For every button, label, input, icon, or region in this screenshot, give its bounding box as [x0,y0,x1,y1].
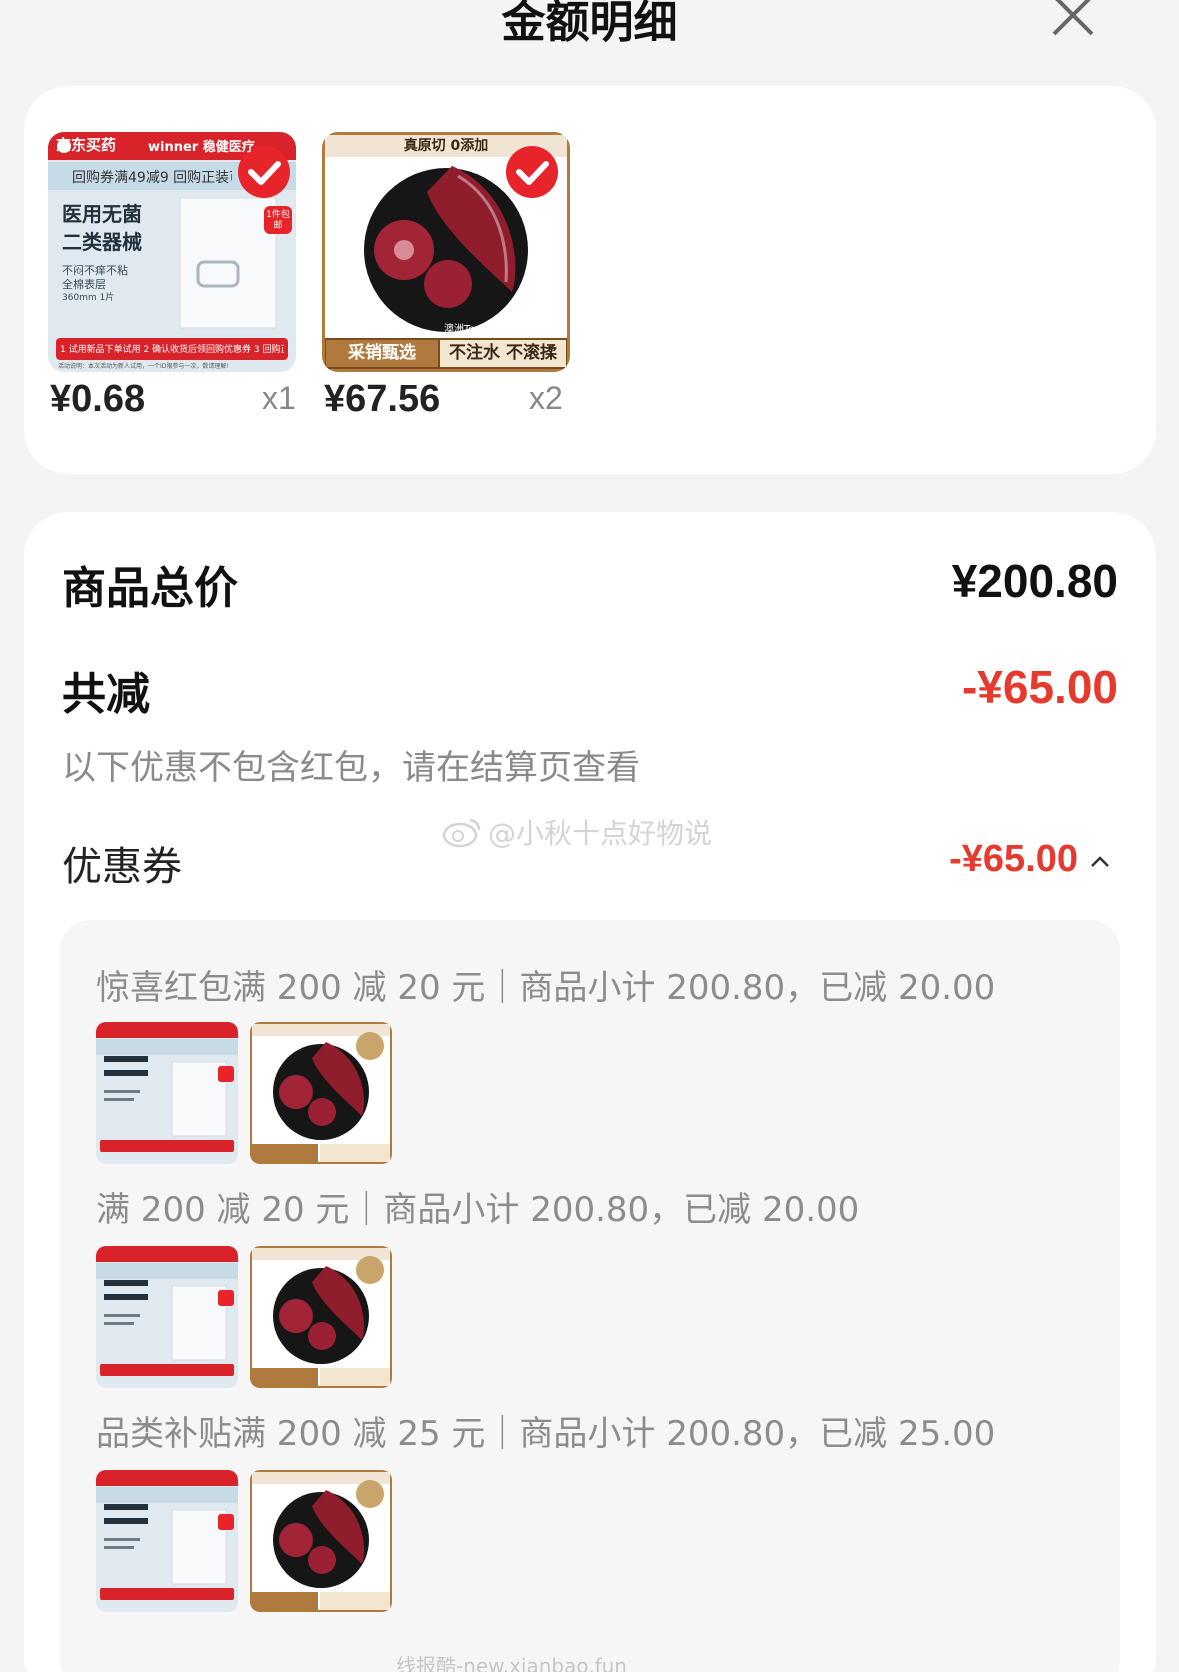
coupon-product-thumbnail [96,1022,238,1164]
coupon-product-thumbnail [250,1470,392,1612]
coupon-line: 品类补贴满 200 减 25 元｜商品小计 200.80，已减 25.00 [96,1414,996,1454]
product-price: ¥0.68 [50,378,146,420]
discount-value: -¥65.00 [961,661,1118,713]
beef-badge-1: 采销甄选 [326,340,438,367]
weibo-watermark-text: @小秋十点好物说 [488,817,713,850]
discount-label: 共减 [62,669,150,720]
coupon-product-thumbnail [96,1246,238,1388]
product-quantity: x1 [262,380,296,416]
total-price-value: ¥200.80 [951,555,1118,607]
beef-badge-2: 不注水 不滚揉 [440,340,566,367]
product-price: ¥67.56 [324,378,441,420]
footnote-label: 活动说明：本次活动为新人试用，一个ID限参与一次，数请理解! [58,363,229,370]
total-price-label: 商品总价 [62,563,238,614]
product-quantity: x2 [529,380,563,416]
page-title: 金额明细 [501,0,678,48]
coupon-product-thumbnail [96,1470,238,1612]
site-watermark: 线报酷-new.xianbao.fun [396,1654,627,1672]
promo-label: 回购券满49减9 回购正装可用 [72,170,232,186]
chevron-up-icon[interactable] [1088,850,1112,874]
sub-3: 360mm 1片 [62,293,115,303]
steps-label: 1 试用新品下单试用 2 确认收货后领回购优惠券 3 回购正装满49减9 [60,345,284,355]
header: 金额明细 [0,0,1179,80]
amount-detail-card: 商品总价 ¥200.80 共减 -¥65.00 以下优惠不包含红包，请在结算页查… [24,512,1156,1672]
free-shipping-tag: 1件包邮 [266,210,290,231]
product-thumbnail-beef[interactable]: 真原切 0添加 澳洲Teys原切金钱腱2斤 采销甄选 不注水 不滚揉 [322,132,570,372]
brand2-label: winner 稳健医疗 [148,140,255,155]
headline-1: 医用无菌 [62,202,142,226]
close-icon[interactable] [1048,0,1098,40]
coupon-label: 优惠券 [62,844,182,890]
coupon-product-thumbnail [250,1246,392,1388]
discount-note: 以下优惠不包含红包，请在结算页查看 [62,748,640,788]
beef-caption: 澳洲Teys原切金钱腱2斤 [444,324,553,335]
coupon-line: 满 200 减 20 元｜商品小计 200.80，已减 20.00 [96,1190,860,1230]
product-thumbnail-bandage[interactable]: 京东买药 winner 稳健医疗 回购券满49减9 回购正装可用 医用无菌 二类… [48,132,296,372]
headline-2: 二类器械 [62,230,142,254]
weibo-watermark: @小秋十点好物说 [442,812,712,852]
coupon-value[interactable]: -¥65.00 [949,838,1078,881]
weibo-icon [442,818,481,848]
brand-label: 京东买药 [56,136,117,154]
beef-top-label: 真原切 0添加 [403,138,489,154]
coupon-line: 惊喜红包满 200 减 20 元｜商品小计 200.80，已减 20.00 [96,968,996,1008]
beef-product-image [322,132,570,372]
coupon-product-thumbnail [250,1022,392,1164]
coupon-detail-panel: 惊喜红包满 200 减 20 元｜商品小计 200.80，已减 20.00 满 … [60,920,1120,1672]
product-list-card: 京东买药 winner 稳健医疗 回购券满49减9 回购正装可用 医用无菌 二类… [24,86,1156,474]
